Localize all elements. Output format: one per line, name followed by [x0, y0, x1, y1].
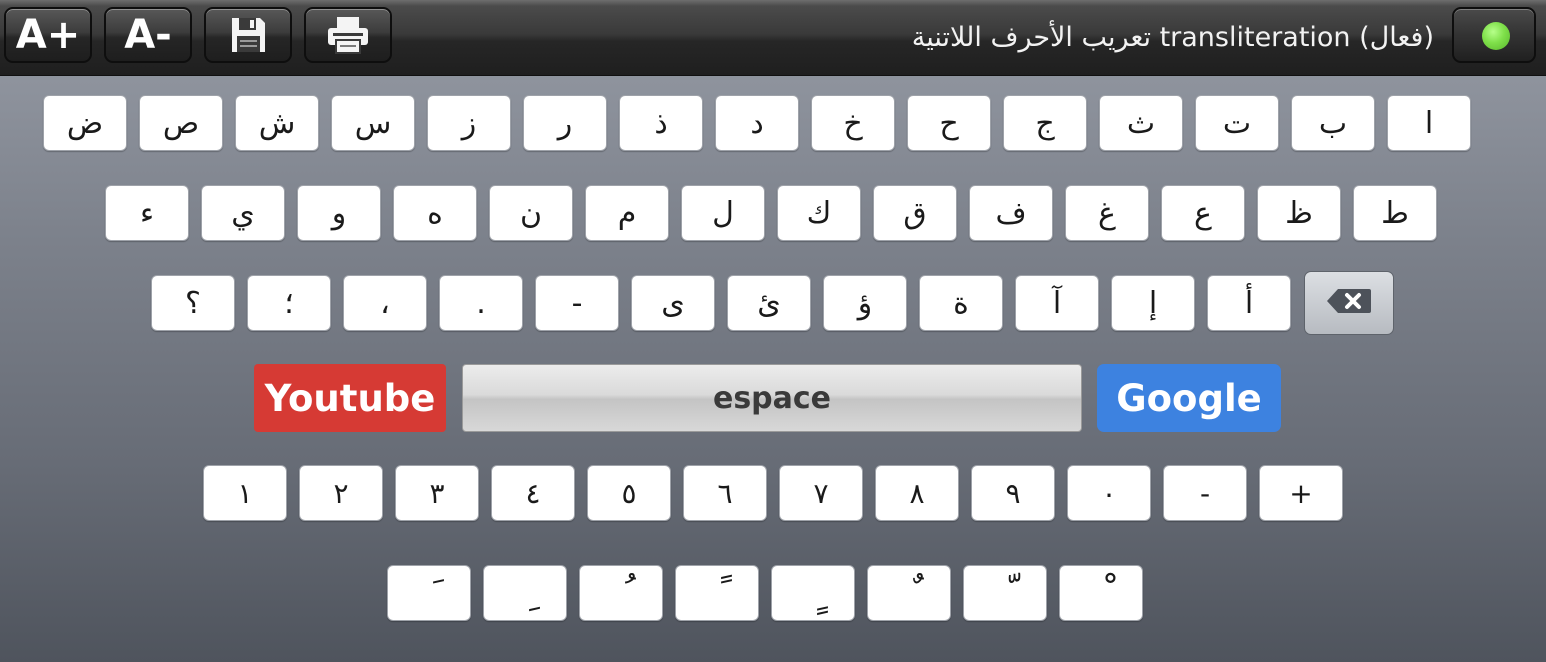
diacritic-key[interactable]: َ [387, 565, 471, 621]
printer-icon [325, 15, 371, 55]
status-indicator [1452, 7, 1536, 63]
space-label: espace [712, 380, 832, 416]
backspace-button[interactable] [1304, 271, 1394, 335]
floppy-disk-icon [228, 15, 268, 55]
key[interactable]: ى [631, 275, 715, 331]
key[interactable]: ع [1161, 185, 1245, 241]
key[interactable]: ط [1353, 185, 1437, 241]
number-key[interactable]: ٥ [587, 465, 671, 521]
key[interactable]: ح [907, 95, 991, 151]
font-decrease-label: A- [124, 12, 172, 58]
key[interactable]: د [715, 95, 799, 151]
key[interactable]: خ [811, 95, 895, 151]
key[interactable]: ج [1003, 95, 1087, 151]
number-key[interactable]: ٠ [1067, 465, 1151, 521]
key[interactable]: ذ [619, 95, 703, 151]
number-key[interactable]: ٣ [395, 465, 479, 521]
google-label: Google [1116, 376, 1262, 420]
diacritic-key[interactable]: ٍ [771, 565, 855, 621]
diacritic-key[interactable]: ُ [579, 565, 663, 621]
key[interactable]: ؟ [151, 275, 235, 331]
youtube-search-button[interactable]: Youtube [254, 364, 446, 432]
font-increase-label: A+ [15, 12, 81, 58]
key[interactable]: ل [681, 185, 765, 241]
diacritic-key[interactable]: ٌ [867, 565, 951, 621]
number-key[interactable]: ٤ [491, 465, 575, 521]
key[interactable]: ء [105, 185, 189, 241]
diacritic-key[interactable]: ِ [483, 565, 567, 621]
key[interactable]: ت [1195, 95, 1279, 151]
diacritic-key[interactable]: ّ [963, 565, 1047, 621]
space-button[interactable]: espace [462, 364, 1082, 432]
number-key[interactable]: ٧ [779, 465, 863, 521]
number-key[interactable]: ٩ [971, 465, 1055, 521]
key[interactable]: . [439, 275, 523, 331]
key[interactable]: ف [969, 185, 1053, 241]
google-search-button[interactable]: Google [1097, 364, 1281, 432]
number-key[interactable]: ٢ [299, 465, 383, 521]
key[interactable]: ق [873, 185, 957, 241]
key[interactable]: ؤ [823, 275, 907, 331]
key[interactable]: ض [43, 95, 127, 151]
youtube-label: Youtube [264, 376, 436, 420]
key[interactable]: - [535, 275, 619, 331]
diacritic-key[interactable]: ْ [1059, 565, 1143, 621]
key[interactable]: ك [777, 185, 861, 241]
key[interactable]: ص [139, 95, 223, 151]
key[interactable]: ن [489, 185, 573, 241]
key[interactable]: س [331, 95, 415, 151]
number-key[interactable]: ٦ [683, 465, 767, 521]
key[interactable]: ي [201, 185, 285, 241]
print-button[interactable] [304, 7, 392, 63]
toolbar: A+ A- تعريب الأحرف اللاتنية transliterat… [0, 0, 1546, 76]
key[interactable]: و [297, 185, 381, 241]
status-light-icon [1482, 22, 1510, 50]
key[interactable]: ش [235, 95, 319, 151]
key[interactable]: ب [1291, 95, 1375, 151]
backspace-icon [1326, 288, 1372, 318]
key[interactable]: ر [523, 95, 607, 151]
plus-key[interactable]: + [1259, 465, 1343, 521]
number-key[interactable]: ٨ [875, 465, 959, 521]
key[interactable]: م [585, 185, 669, 241]
key[interactable]: ، [343, 275, 427, 331]
key[interactable]: ا [1387, 95, 1471, 151]
save-button[interactable] [204, 7, 292, 63]
key[interactable]: ث [1099, 95, 1183, 151]
font-decrease-button[interactable]: A- [104, 7, 192, 63]
font-increase-button[interactable]: A+ [4, 7, 92, 63]
key[interactable]: ز [427, 95, 511, 151]
key[interactable]: آ [1015, 275, 1099, 331]
key[interactable]: ظ [1257, 185, 1341, 241]
diacritic-key[interactable]: ً [675, 565, 759, 621]
minus-key[interactable]: - [1163, 465, 1247, 521]
key[interactable]: ة [919, 275, 1003, 331]
key[interactable]: إ [1111, 275, 1195, 331]
number-key[interactable]: ١ [203, 465, 287, 521]
key[interactable]: غ [1065, 185, 1149, 241]
key[interactable]: ئ [727, 275, 811, 331]
key[interactable]: ؛ [247, 275, 331, 331]
key[interactable]: ه [393, 185, 477, 241]
window-title: تعريب الأحرف اللاتنية transliteration (ف… [911, 22, 1434, 53]
key[interactable]: أ [1207, 275, 1291, 331]
